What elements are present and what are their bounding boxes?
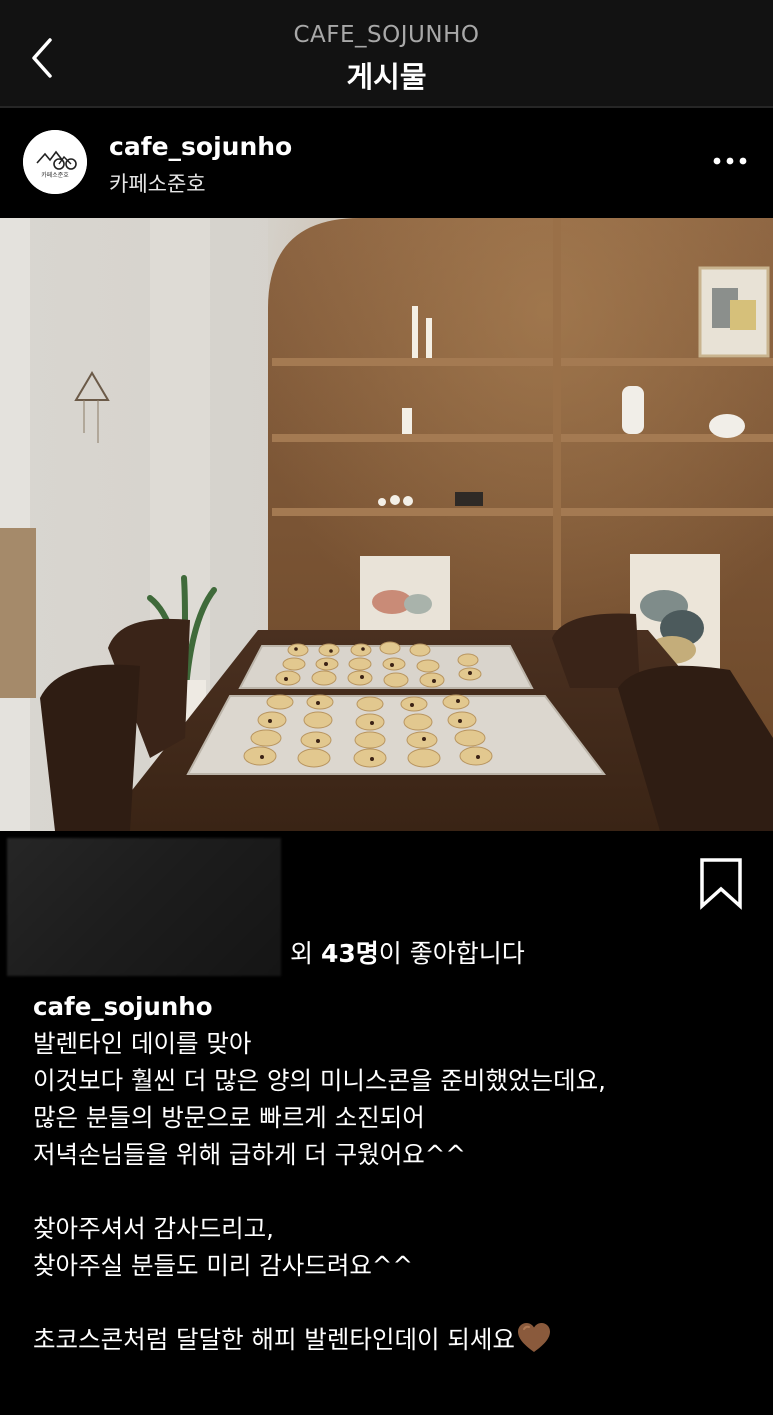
caption-line: 찾아주셔서 감사드리고, xyxy=(33,1214,274,1243)
brown-heart-icon xyxy=(517,1323,550,1352)
caption-line-text: 초코스콘처럼 달달한 해피 발렌타인데이 되세요 xyxy=(33,1325,515,1354)
cafe-logo-icon: 카페소준호 xyxy=(23,130,87,194)
likes-number: 43명 xyxy=(320,939,379,968)
caption-line: 저녁손님들을 위해 급하게 더 구웠어요^^ xyxy=(33,1140,466,1169)
more-options-button[interactable] xyxy=(704,146,754,176)
post-username[interactable]: cafe_sojunho xyxy=(109,132,292,161)
caption-line-last: 초코스콘처럼 달달한 해피 발렌타인데이 되세요 xyxy=(33,1321,753,1358)
post-photo[interactable] xyxy=(0,218,773,831)
post-header: 카페소준호 cafe_sojunho 카페소준호 xyxy=(0,108,773,218)
caption-username[interactable]: cafe_sojunho xyxy=(33,988,753,1025)
account-handle: CAFE_SOJUNHO xyxy=(293,22,480,48)
avatar[interactable]: 카페소준호 xyxy=(23,130,87,194)
caption-line: 많은 분들의 방문으로 빠르게 소진되어 xyxy=(33,1103,425,1132)
more-horizontal-icon xyxy=(713,157,747,165)
page-title: 게시물 xyxy=(346,60,427,94)
liked-by-avatars-blurred xyxy=(7,838,281,976)
bookmark-button[interactable] xyxy=(697,856,745,910)
likes-suffix: 이 좋아합니다 xyxy=(378,939,525,968)
caption-line: 이것보다 훨씬 더 많은 양의 미니스콘을 준비했었는데요, xyxy=(33,1066,606,1095)
caption-line: 발렌타인 데이를 맞아 xyxy=(33,1029,252,1058)
scones-photo-image xyxy=(0,218,773,831)
likes-prefix: 외 xyxy=(290,939,321,968)
bookmark-icon xyxy=(700,858,742,910)
caption-line: 찾아주실 분들도 미리 감사드려요^^ xyxy=(33,1251,413,1280)
likes-count[interactable]: 외 43명이 좋아합니다 xyxy=(290,934,525,970)
svg-text:카페소준호: 카페소준호 xyxy=(41,171,69,179)
post-display-name: 카페소준호 xyxy=(109,172,206,196)
post-caption: cafe_sojunho 발렌타인 데이를 맞아 이것보다 훨씬 더 많은 양의… xyxy=(33,988,753,1358)
top-bar: CAFE_SOJUNHO 게시물 xyxy=(0,0,773,106)
